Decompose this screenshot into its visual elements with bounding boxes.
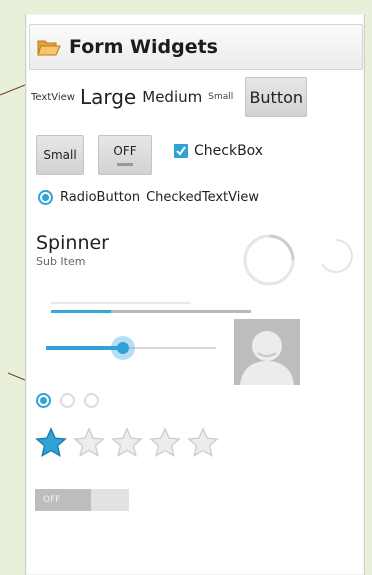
radio-label: RadioButton: [60, 190, 141, 205]
medium-text: Medium: [142, 88, 203, 106]
checkbox-label: CheckBox: [194, 143, 264, 159]
progress-fill: [51, 310, 111, 313]
button[interactable]: Button: [245, 77, 308, 117]
large-text: Large: [79, 85, 137, 109]
checked-text-view[interactable]: CheckedTextView: [146, 190, 259, 205]
spinner-text: Spinner: [36, 232, 109, 254]
progress-spinner-large: [243, 234, 295, 286]
text-sizes-row: TextView Large Medium Small Button: [31, 76, 359, 118]
switch[interactable]: OFF: [35, 489, 129, 511]
toggle-indicator: [117, 163, 133, 166]
small-text: Small: [208, 92, 234, 102]
toggle-button[interactable]: OFF: [98, 135, 152, 175]
spinner[interactable]: Spinner Sub Item: [36, 232, 109, 268]
star-empty-icon[interactable]: [72, 426, 106, 460]
small-button[interactable]: Small: [36, 135, 84, 175]
toggle-label: OFF: [113, 144, 137, 158]
horizontal-progress-bar: [51, 302, 251, 313]
star-filled-icon[interactable]: [34, 426, 68, 460]
rating-bar[interactable]: [34, 426, 220, 460]
star-empty-icon[interactable]: [186, 426, 220, 460]
star-empty-icon[interactable]: [110, 426, 144, 460]
radio-option[interactable]: [36, 393, 51, 408]
secondary-progress: [51, 302, 191, 304]
page-title: Form Widgets: [69, 36, 218, 58]
textview-label: TextView: [31, 91, 75, 103]
star-empty-icon[interactable]: [148, 426, 182, 460]
checkbox[interactable]: CheckBox: [174, 143, 263, 159]
checkbox-checked-icon: [174, 144, 188, 158]
phone-screen: Form Widgets TextView Large Medium Small…: [25, 14, 365, 575]
seek-thumb[interactable]: [110, 336, 135, 360]
title-bar: Form Widgets: [29, 24, 363, 70]
radio-option[interactable]: [84, 393, 99, 408]
radio-button[interactable]: [38, 190, 53, 205]
radio-selected-icon: [42, 194, 49, 201]
progress-spinner-small: [321, 239, 353, 273]
radio-row: RadioButton CheckedTextView: [38, 190, 259, 205]
spinner-subtext: Sub Item: [36, 255, 86, 268]
person-placeholder-icon: [234, 319, 300, 385]
switch-thumb: OFF: [35, 489, 91, 511]
folder-open-icon: [37, 40, 61, 56]
radio-group: [36, 393, 99, 408]
seek-bar[interactable]: [46, 336, 216, 360]
radio-option[interactable]: [60, 393, 75, 408]
